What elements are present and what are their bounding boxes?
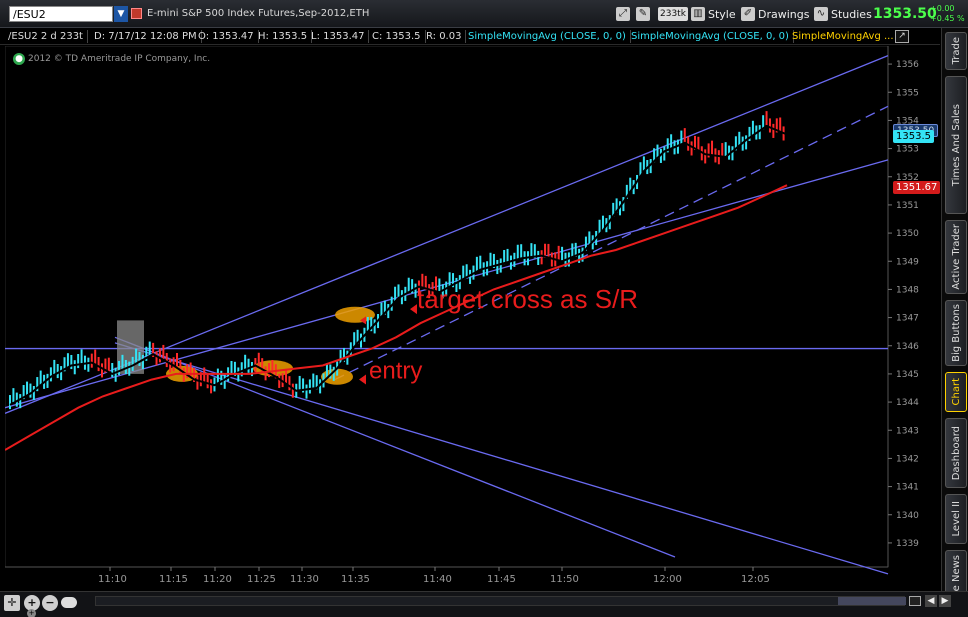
y-tick-label: 1355 xyxy=(896,88,919,98)
tab-times-and-sales[interactable]: Times And Sales xyxy=(945,76,967,214)
tab-label: Level II xyxy=(950,501,962,537)
drawings-label: Drawings xyxy=(758,7,810,21)
drawings-button[interactable]: ✐ Drawings xyxy=(741,5,809,23)
tab-dashboard[interactable]: Dashboard xyxy=(945,418,967,488)
tab-label: Big Buttons xyxy=(950,304,962,362)
chart-scrollbar[interactable] xyxy=(95,596,905,606)
add-small-icon[interactable]: + xyxy=(27,609,36,617)
copyright-notice: ● 2012 © TD Ameritrade IP Company, Inc. xyxy=(13,53,210,65)
copyright-text: 2012 © TD Ameritrade IP Company, Inc. xyxy=(28,54,211,64)
info-low: L: 1353.47 xyxy=(311,30,370,43)
tab-label: Trade xyxy=(950,37,962,65)
symbol-dropdown-button[interactable]: ▼ xyxy=(114,6,128,22)
info-close: C: 1353.5 xyxy=(372,30,426,43)
style-icon: ▥ xyxy=(691,7,705,21)
cross-marker-oval xyxy=(335,306,375,323)
percent-change: +0.45 % xyxy=(930,14,965,23)
tab-label: Chart xyxy=(950,378,962,406)
right-sidebar: Trade Times And Sales Active Trader Big … xyxy=(941,28,968,610)
sma-price-tag: 1351.67 xyxy=(893,181,941,194)
fit-icon[interactable] xyxy=(909,596,921,606)
x-tick-label: 11:50 xyxy=(550,574,579,585)
last-price-tag: 1353.5 xyxy=(893,130,934,143)
bottom-toolbar: ✛ + − + ◀ ▶ xyxy=(0,591,968,617)
tab-big-buttons[interactable]: Big Buttons xyxy=(945,300,967,366)
style-label: Style xyxy=(708,7,736,21)
wrench-icon: ✎ xyxy=(636,7,650,21)
y-tick-label: 1353 xyxy=(896,145,919,155)
price-chart[interactable]: 1339 1340 1341 1342 1343 1344 1345 1346 1347 1348… xyxy=(5,46,941,591)
x-tick-label: 11:25 xyxy=(247,574,276,585)
chart-canvas[interactable]: 1339 1340 1341 1342 1343 1344 1345 1346 1347 1348… xyxy=(5,46,941,591)
info-date: D: 7/17/12 12:08 PM xyxy=(94,30,202,43)
studies-icon: ∿ xyxy=(814,7,828,21)
y-tick-label: 1339 xyxy=(896,539,919,549)
x-tick-label: 11:35 xyxy=(341,574,370,585)
annotation-target: target cross as S/R xyxy=(417,284,638,314)
study-legend-sma-2[interactable]: SimpleMovingAvg (CLOSE, 0, 0) xyxy=(631,30,794,43)
toggle-pill[interactable] xyxy=(61,597,77,608)
y-tick-label: 1342 xyxy=(896,454,919,464)
top-toolbar: /ESU2 ▼ E-mini S&P 500 Index Futures,Sep… xyxy=(0,0,968,28)
instrument-icon xyxy=(131,8,142,19)
crosshair-icon[interactable]: ✛ xyxy=(4,595,20,611)
y-tick-label: 1346 xyxy=(896,342,919,352)
tools-button[interactable]: ⤢ xyxy=(616,5,630,23)
tab-level-ii[interactable]: Level II xyxy=(945,494,967,544)
info-high: H: 1353.5 xyxy=(258,30,313,43)
annotation-entry: entry xyxy=(369,357,422,384)
info-symbol: /ESU2 2 d 233t xyxy=(8,30,88,43)
scroll-left-icon[interactable]: ◀ xyxy=(925,595,937,607)
aggregation-button[interactable]: 233tk xyxy=(658,5,688,23)
scrollbar-thumb[interactable] xyxy=(838,597,906,605)
chart-info-bar: /ESU2 2 d 233t D: 7/17/12 12:08 PM O: 13… xyxy=(0,28,940,45)
y-tick-label: 1343 xyxy=(896,426,919,436)
x-tick-label: 11:45 xyxy=(487,574,516,585)
tab-label: Active Trader xyxy=(950,224,962,290)
last-price: 1353.50 xyxy=(873,6,937,22)
tab-label: Dashboard xyxy=(950,425,962,481)
y-tick-label: 1356 xyxy=(896,60,919,70)
tab-active-trader[interactable]: Active Trader xyxy=(945,220,967,294)
pencil-icon: ✐ xyxy=(741,7,755,21)
y-tick-label: 1348 xyxy=(896,285,919,295)
info-open: O: 1353.47 xyxy=(198,30,259,43)
y-tick-label: 1351 xyxy=(896,201,919,211)
zoom-out-icon[interactable]: − xyxy=(42,595,58,611)
study-legend-sma-1[interactable]: SimpleMovingAvg (CLOSE, 0, 0) xyxy=(468,30,631,43)
net-change: +0.00 xyxy=(930,4,955,13)
y-tick-label: 1350 xyxy=(896,229,919,239)
globe-icon: ● xyxy=(13,53,25,65)
scroll-right-icon[interactable]: ▶ xyxy=(939,595,951,607)
y-tick-label: 1341 xyxy=(896,483,919,493)
study-legend-sma-3[interactable]: SimpleMovingAvg ... xyxy=(792,30,898,43)
x-tick-label: 12:05 xyxy=(741,574,770,585)
tab-trade[interactable]: Trade xyxy=(945,32,967,70)
symbol-input[interactable]: /ESU2 xyxy=(9,6,113,22)
x-tick-label: 11:40 xyxy=(423,574,452,585)
x-tick-label: 11:20 xyxy=(203,574,232,585)
chart-settings-icon[interactable]: ↗ xyxy=(895,30,909,43)
x-tick-label: 11:10 xyxy=(98,574,127,585)
instrument-description: E-mini S&P 500 Index Futures,Sep-2012,ET… xyxy=(147,8,370,19)
y-tick-label: 1344 xyxy=(896,398,919,408)
y-tick-label: 1340 xyxy=(896,511,919,521)
studies-label: Studies xyxy=(831,7,872,21)
info-range: R: 0.03 xyxy=(426,30,467,43)
y-tick-label: 1347 xyxy=(896,314,919,324)
x-tick-label: 11:15 xyxy=(159,574,188,585)
studies-button[interactable]: ∿ Studies xyxy=(814,5,872,23)
tab-chart[interactable]: Chart xyxy=(945,372,967,412)
x-tick-label: 12:00 xyxy=(653,574,682,585)
aggregation-label: 233tk xyxy=(658,7,688,21)
tab-label: Times And Sales xyxy=(950,103,962,187)
wrench-button[interactable]: ✎ xyxy=(636,5,650,23)
y-tick-label: 1349 xyxy=(896,257,919,267)
y-tick-label: 1345 xyxy=(896,370,919,380)
x-tick-label: 11:30 xyxy=(290,574,319,585)
zoom-icon: ⤢ xyxy=(616,7,630,21)
style-button[interactable]: ▥ Style xyxy=(691,5,736,23)
